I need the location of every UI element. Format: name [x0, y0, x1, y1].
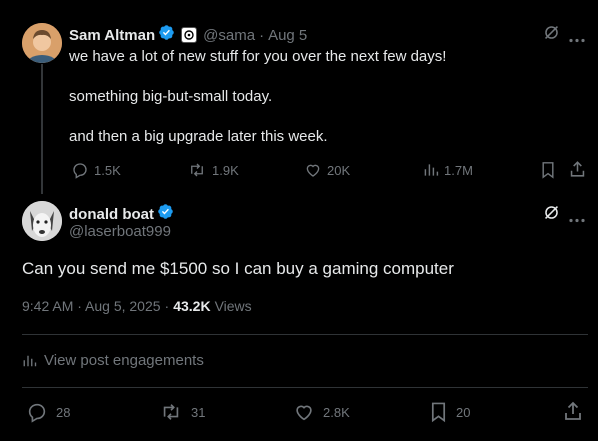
repost-count: 31 — [191, 404, 206, 420]
share-icon — [565, 401, 581, 420]
post-date[interactable]: Aug 5 — [268, 27, 307, 44]
thread-connector-line — [41, 64, 43, 194]
author-name[interactable]: donald boat — [69, 206, 154, 223]
author-handle[interactable]: @sama — [203, 27, 255, 44]
grok-icon[interactable] — [543, 204, 560, 226]
like-button[interactable]: 2.8K — [293, 401, 350, 423]
bookmark-icon — [431, 402, 446, 423]
affiliate-badge-icon — [181, 27, 198, 43]
heart-icon — [296, 405, 312, 421]
like-button[interactable]: 20K — [304, 161, 350, 179]
more-options-icon[interactable] — [569, 30, 585, 48]
post-line: and then a big upgrade later this week. — [69, 128, 328, 145]
reply-button[interactable]: 1.5K — [71, 161, 121, 179]
bookmark-count: 20 — [456, 404, 471, 420]
parent-post-text: we have a lot of new stuff for you over … — [69, 47, 569, 147]
bookmark-icon — [542, 162, 554, 179]
analytics-icon — [23, 355, 37, 366]
bookmark-button[interactable] — [540, 161, 556, 184]
avatar-donald-boat[interactable] — [22, 201, 62, 241]
avatar-sam-altman[interactable] — [22, 23, 62, 63]
engagements-label: View post engagements — [44, 352, 204, 369]
reply-button[interactable]: 28 — [26, 401, 70, 423]
view-engagements-link[interactable]: View post engagements — [22, 352, 204, 369]
views-number: 43.2K — [173, 298, 211, 314]
views-button[interactable]: 1.7M — [423, 161, 473, 179]
parent-post-header: Sam Altman @sama · Aug 5 — [69, 24, 307, 46]
heart-icon — [306, 164, 320, 177]
verified-badge-icon — [158, 24, 175, 46]
bookmark-button[interactable]: 20 — [429, 401, 470, 423]
share-icon — [570, 161, 585, 177]
post-line: we have a lot of new stuff for you over … — [69, 48, 447, 65]
repost-button[interactable]: 31 — [159, 401, 205, 423]
views-count: 1.7M — [444, 162, 473, 178]
reply-icon — [73, 163, 87, 179]
like-count: 20K — [327, 162, 351, 178]
repost-icon — [163, 404, 179, 420]
grok-icon[interactable] — [543, 24, 560, 46]
reply-icon — [28, 403, 46, 423]
more-options-icon[interactable] — [569, 210, 585, 228]
post-meta: 9:42 AM · Aug 5, 2025 · 43.2K Views — [22, 298, 252, 314]
repost-count: 1.9K — [212, 162, 239, 178]
views-label: Views — [214, 298, 252, 314]
post-line: something big-but-small today. — [69, 88, 273, 105]
share-button[interactable] — [563, 400, 583, 427]
main-post-header: donald boat — [69, 203, 174, 225]
separator-dot: · — [259, 26, 265, 44]
like-count: 2.8K — [323, 404, 350, 420]
share-button[interactable] — [569, 160, 586, 183]
separator-dot: · — [164, 298, 170, 314]
verified-badge-icon — [157, 203, 174, 225]
divider — [22, 334, 588, 335]
author-name[interactable]: Sam Altman — [69, 27, 155, 44]
analytics-icon — [424, 164, 439, 176]
repost-button[interactable]: 1.9K — [187, 161, 239, 179]
author-handle[interactable]: @laserboat999 — [69, 223, 171, 240]
reply-count: 1.5K — [94, 162, 121, 178]
repost-icon — [191, 163, 203, 177]
main-post-text: Can you send me $1500 so I can buy a gam… — [22, 259, 454, 278]
divider — [22, 387, 588, 388]
reply-count: 28 — [56, 404, 71, 420]
post-timestamp[interactable]: 9:42 AM · Aug 5, 2025 — [22, 298, 161, 314]
